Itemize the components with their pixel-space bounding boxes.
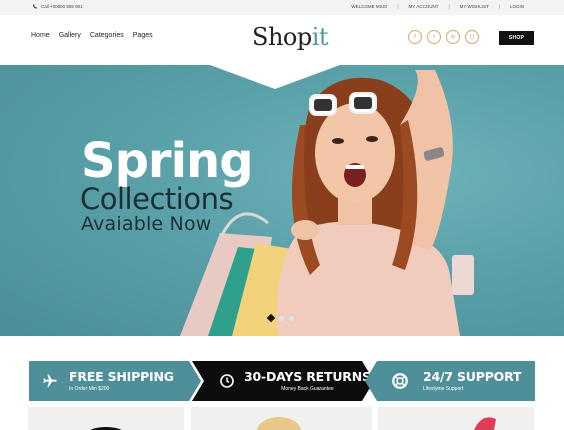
my-account-link[interactable]: MY ACCOUNT [399,4,449,9]
feature-subtitle: In Order Min $200 [69,385,110,392]
product-card[interactable] [378,407,534,430]
logo-accent-text: it [311,23,329,51]
slider-dot-2[interactable] [279,315,284,321]
logo-text: Shop [252,23,312,51]
hero-banner: Spring Collections Avaiable Now [0,65,564,336]
nav-item-pages[interactable]: Pages [133,32,153,39]
clock-icon [218,372,236,390]
nav-item-gallery[interactable]: Gallery [59,32,81,39]
nav-item-categories[interactable]: Categories [90,32,124,39]
feature-subtitle: Lifestyme Support [423,385,464,392]
feature-subtitle: Money Back Guarantee [281,385,334,392]
feature-returns: 30-DAYS RETURNS Money Back Guarantee [192,361,374,401]
site-logo[interactable]: Shopit [252,23,329,51]
header-notch [210,65,340,89]
phone-number: Call +00800 555 901 [41,4,83,9]
feature-support: 24/7 SUPPORT Lifestyme Support [365,361,535,401]
hero-tagline: Avaiable Now [81,213,212,235]
site-header: Home Gallery Categories Pages Shopit f t… [0,15,564,65]
airplane-icon [41,372,59,390]
feature-title: 24/7 SUPPORT [423,369,522,385]
facebook-icon[interactable]: f [408,30,422,44]
social-links: f t ◎ ◻ [408,30,479,44]
twitter-icon[interactable]: t [427,30,441,44]
hero-title: Spring [81,133,254,189]
login-link[interactable]: LOGIN [500,4,534,9]
welcome-message: WELCOME MSG! [351,4,388,9]
product-preview-row [0,407,564,430]
dribbble-icon[interactable]: ◎ [446,30,460,44]
hero-subtitle: Collections [80,182,234,216]
phone-contact[interactable]: Call +00800 555 901 [33,4,83,9]
lifebuoy-icon [391,372,409,390]
slider-dot-1[interactable] [266,313,276,323]
main-nav: Home Gallery Categories Pages [31,32,153,39]
product-image [90,427,122,430]
product-image [257,417,301,430]
nav-item-home[interactable]: Home [31,32,50,39]
feature-free-shipping: FREE SHIPPING In Order Min $200 [29,361,201,401]
shop-button[interactable]: SHOP [499,31,534,45]
my-wishlist-link[interactable]: MY WISHLIST [450,4,499,9]
feature-title: FREE SHIPPING [69,369,174,385]
product-card[interactable] [28,407,184,430]
feature-title: 30-DAYS RETURNS [244,369,371,385]
product-card[interactable] [191,407,372,430]
instagram-icon[interactable]: ◻ [465,30,479,44]
account-links: WELCOME MSG! | MY ACCOUNT | MY WISHLIST … [341,4,534,9]
feature-strip: FREE SHIPPING In Order Min $200 30-DAYS … [29,361,535,401]
product-image [474,417,496,430]
phone-icon [33,4,37,9]
slider-pagination [266,313,294,323]
top-utility-bar: Call +00800 555 901 WELCOME MSG! | MY AC… [0,0,564,15]
slider-dot-3[interactable] [289,315,294,321]
